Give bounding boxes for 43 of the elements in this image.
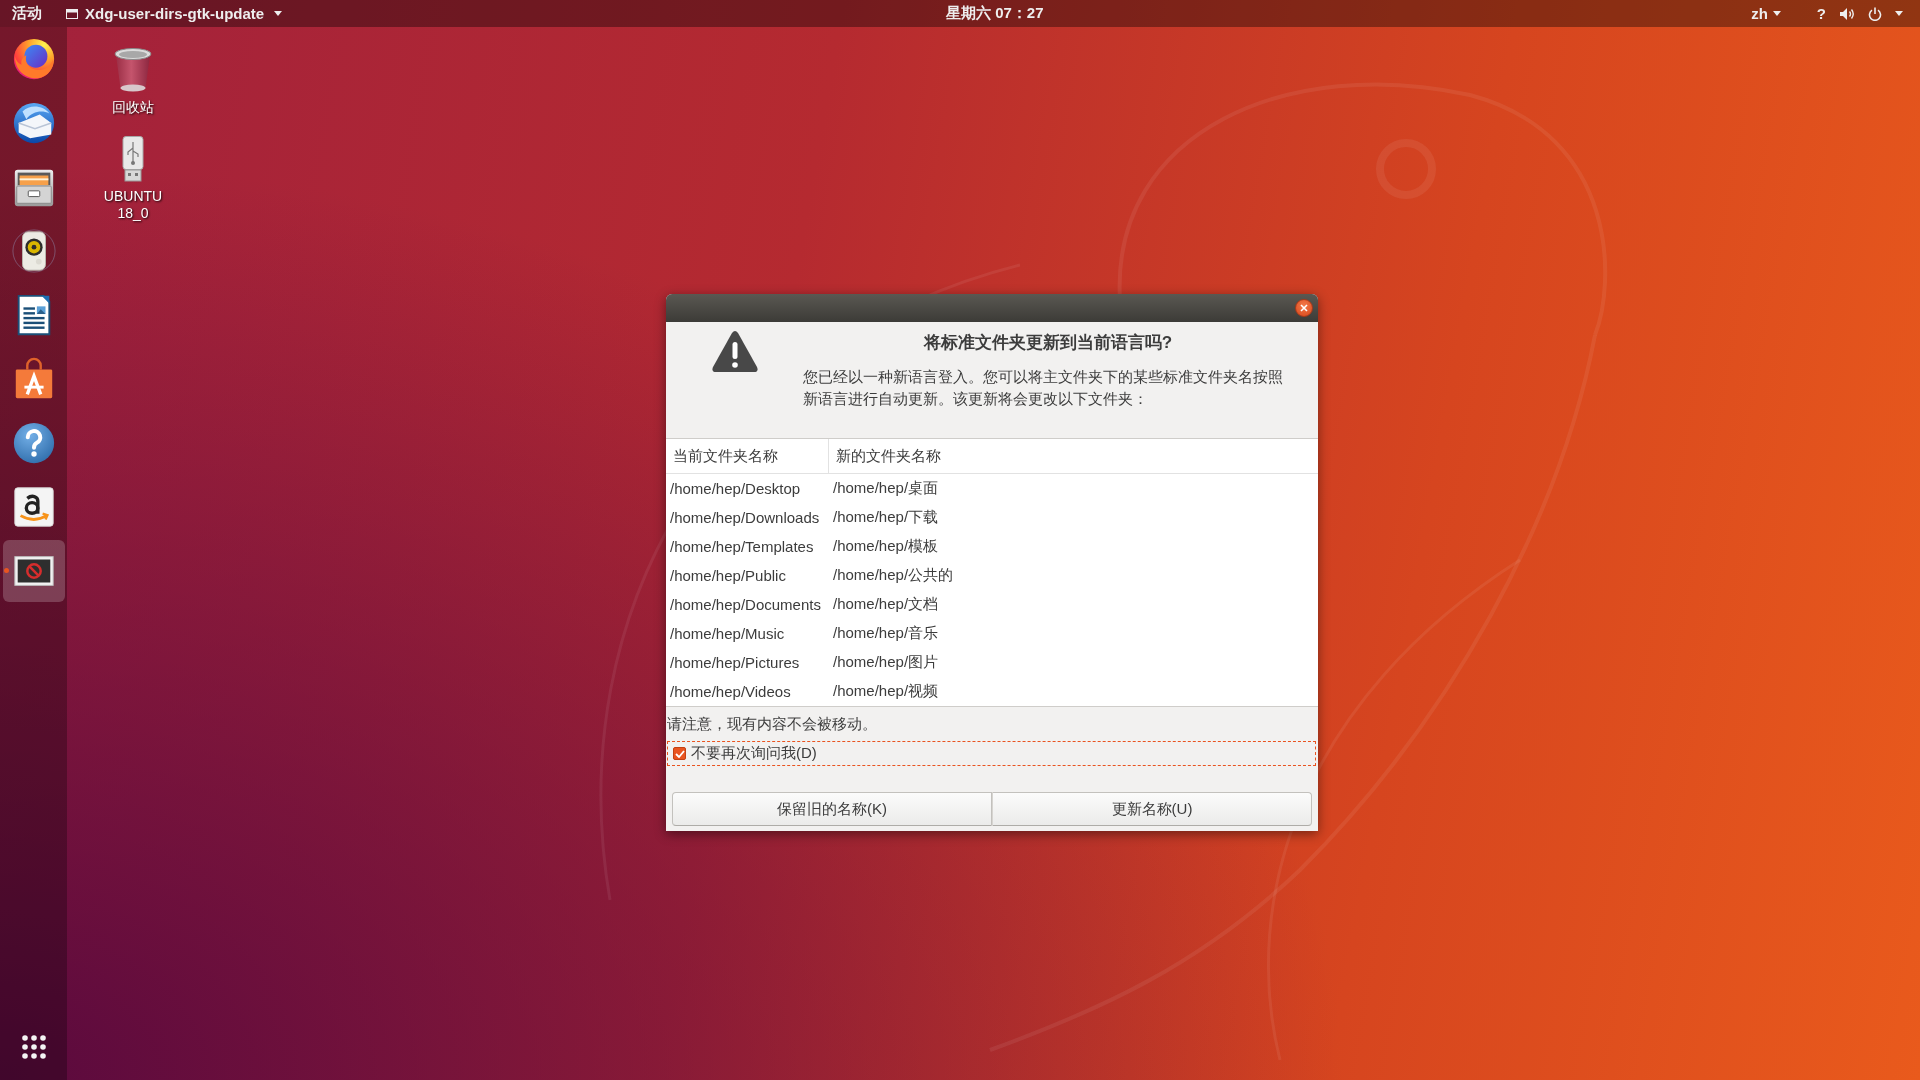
app-menu-button[interactable]: Xdg-user-dirs-gtk-update — [54, 0, 295, 27]
close-icon — [1300, 304, 1308, 312]
table-cell-text: /home/hep/Music — [669, 624, 786, 644]
table-cell-text: /home/hep/Documents — [669, 595, 822, 615]
volume-icon — [1839, 6, 1855, 21]
dialog-button[interactable]: 更新名称(U) — [992, 792, 1312, 826]
caret-icon — [1772, 11, 1781, 16]
table-cell-text: /home/hep/公共的 — [832, 565, 955, 585]
system-menu-button[interactable]: ? — [1808, 0, 1920, 27]
caret-icon — [274, 11, 283, 16]
app-grid-icon[interactable] — [20, 1034, 47, 1060]
trash-can-icon — [113, 47, 153, 93]
column-header[interactable]: 新的文件夹名称 — [829, 439, 1318, 474]
usb-drive-icon — [120, 136, 146, 182]
warning-icon — [710, 330, 759, 374]
speaker-icon — [10, 228, 57, 274]
power-icon — [1868, 6, 1882, 21]
table-cell-text: /home/hep/Downloads — [669, 508, 821, 528]
note-text: 请注意，现有内容不会被移动。 — [666, 714, 878, 734]
table-cell-text: /home/hep/Videos — [669, 682, 792, 702]
table-cell-text: /home/hep/图片 — [832, 652, 940, 672]
dont-ask-checkbox[interactable]: 不要再次询问我(D) — [667, 741, 1316, 766]
table-cell-text: /home/hep/Templates — [669, 537, 815, 557]
caret-icon — [1895, 11, 1903, 16]
table-cell-text: /home/hep/音乐 — [832, 623, 940, 643]
close-button[interactable] — [1295, 299, 1313, 317]
table-cell-text: /home/hep/模板 — [832, 536, 940, 556]
table-cell-text: /home/hep/视频 — [832, 681, 940, 701]
table-cell-text: /home/hep/桌面 — [832, 478, 940, 498]
dock-launcher[interactable] — [2, 540, 65, 602]
dialog-message: 您已经以一种新语言登入。您可以将主文件夹下的某些标准文件夹名按照新语言进行自动更新。该更新将会更改以下文件夹： — [803, 367, 1284, 409]
window-icon — [66, 8, 78, 19]
table-cell-text: /home/hep/Public — [669, 566, 787, 586]
table-cell-text: /home/hep/下载 — [832, 507, 940, 527]
clock-button[interactable]: 星期六 07：27 — [936, 0, 1054, 27]
table-cell-text: /home/hep/Desktop — [669, 479, 802, 499]
column-header[interactable]: 当前文件夹名称 — [666, 439, 829, 474]
table-cell-text: /home/hep/文档 — [832, 594, 940, 614]
dialog-heading: 将标准文件夹更新到当前语言吗? — [922, 332, 1174, 354]
input-method-button[interactable]: zh — [1741, 0, 1791, 27]
dialog-button[interactable]: 保留旧的名称(K) — [672, 792, 992, 826]
table-cell-text: /home/hep/Pictures — [669, 653, 801, 673]
activities-button[interactable]: 活动 — [0, 0, 54, 27]
